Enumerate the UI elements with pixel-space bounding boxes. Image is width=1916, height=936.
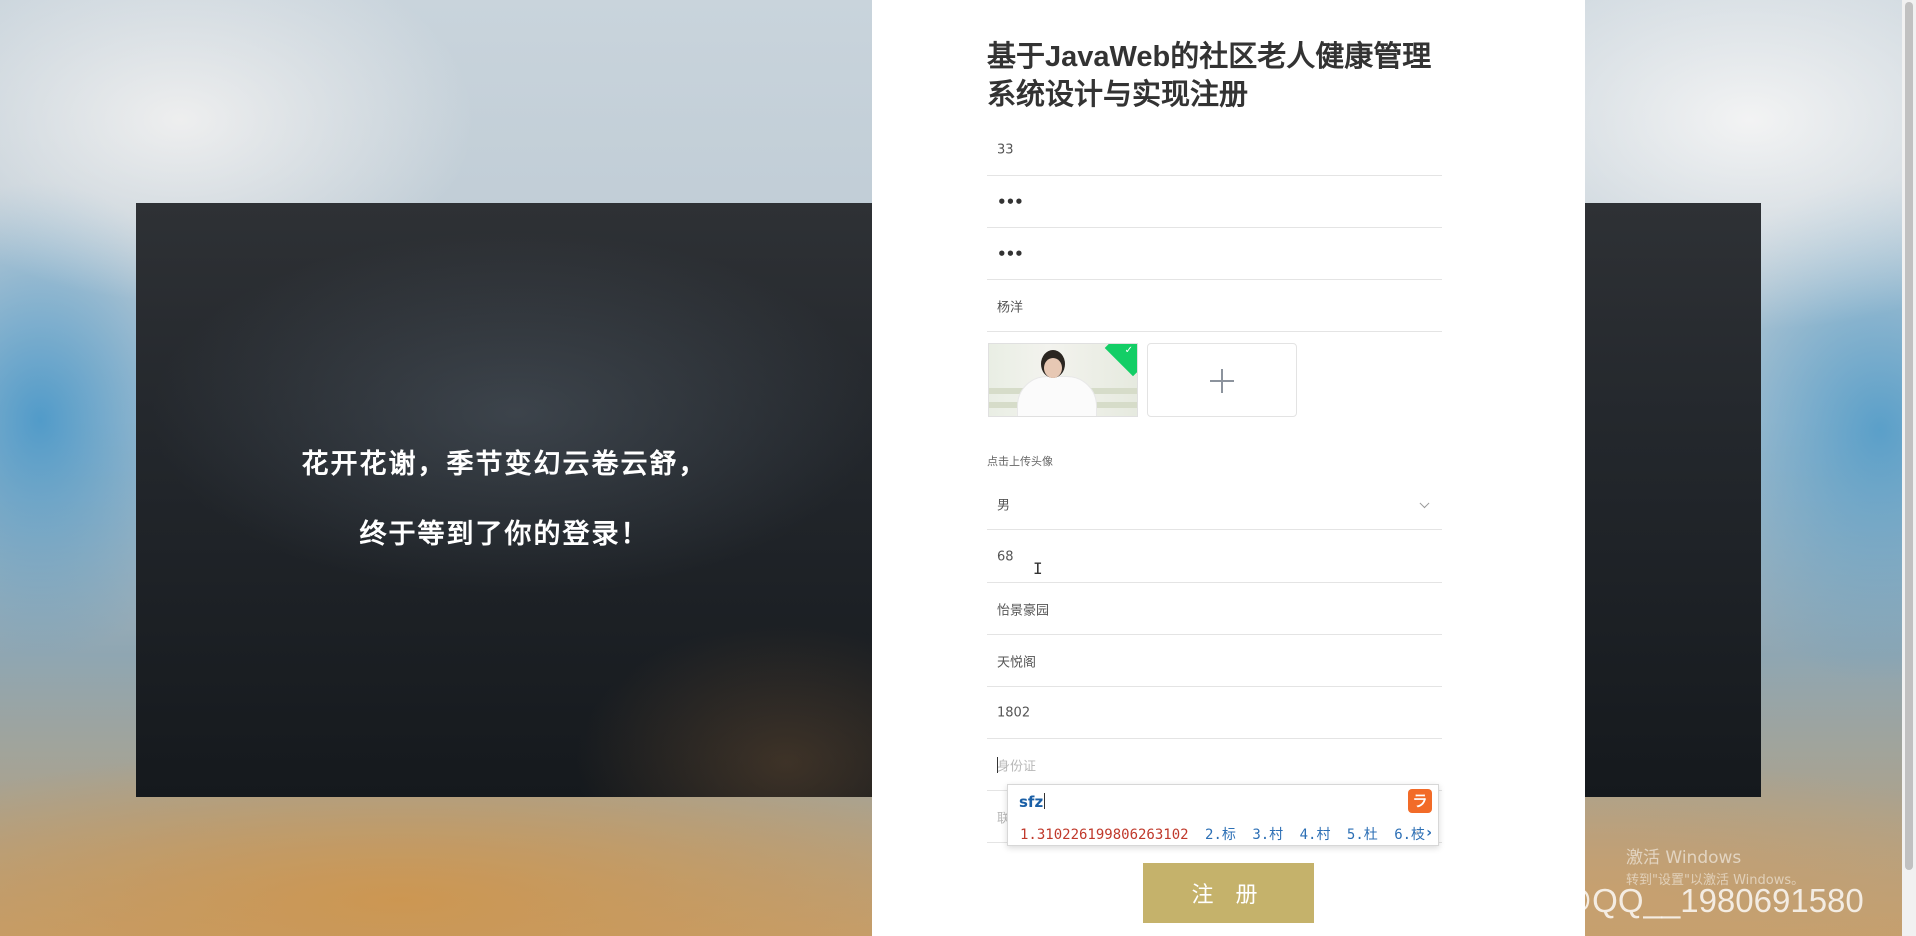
ime-caret	[1044, 793, 1046, 809]
gender-select[interactable]: 男	[987, 478, 1442, 530]
community-value: 怡景豪园	[997, 603, 1050, 618]
page-title: 基于JavaWeb的社区老人健康管理系统设计与实现注册	[987, 41, 1432, 111]
age-field[interactable]: 68	[987, 531, 1442, 583]
chevron-left-icon[interactable]: ‹	[1414, 825, 1420, 841]
room-value: 1802	[997, 705, 1031, 720]
building-value: 天悦阁	[997, 655, 1037, 670]
ime-candidate[interactable]: 6.枝	[1394, 827, 1425, 843]
csdn-watermark: CSDN @QQ__1980691580	[1456, 882, 1864, 919]
hero-quote-line-2: 终于等到了你的登录！	[359, 519, 650, 550]
name-value: 杨洋	[997, 300, 1024, 315]
account-value: 33	[997, 142, 1014, 157]
ime-candidate[interactable]: 4.村	[1300, 827, 1331, 843]
hero-quote: 花开花谢，季节变幻云卷云舒， 终于等到了你的登录！	[136, 203, 873, 797]
upload-success-badge	[1104, 344, 1137, 377]
name-field[interactable]: 杨洋	[987, 280, 1442, 332]
age-value: 68	[997, 549, 1014, 564]
avatar-upload-button[interactable]	[1147, 343, 1297, 417]
text-cursor-icon: I	[1033, 559, 1043, 578]
ime-candidate-list: 1.310226199806263102 2.标 3.村 4.村 5.杜 6.枝	[1020, 824, 1433, 844]
ime-candidate[interactable]: 5.杜	[1347, 827, 1378, 843]
text-caret	[997, 756, 998, 773]
chevron-down-icon	[1419, 497, 1430, 508]
password-field[interactable]: •••	[987, 176, 1442, 228]
ime-candidate[interactable]: 1.310226199806263102	[1020, 827, 1189, 843]
hero-quote-line-1: 花开花谢，季节变幻云卷云舒，	[301, 449, 708, 480]
gender-value: 男	[997, 498, 1011, 513]
ime-composition: sfz	[1019, 793, 1046, 811]
avatar-figure-face	[1044, 358, 1062, 378]
scrollbar-thumb[interactable]	[1905, 2, 1913, 870]
avatar-preview[interactable]: ✓	[988, 343, 1138, 417]
confirm-password-field[interactable]: •••	[987, 228, 1442, 280]
password-value: •••	[997, 192, 1024, 211]
chevron-right-icon[interactable]: ›	[1426, 825, 1432, 841]
building-field[interactable]: 天悦阁	[987, 635, 1442, 687]
confirm-password-value: •••	[997, 244, 1024, 263]
account-field[interactable]: 33	[987, 124, 1442, 176]
avatar-figure-body	[1017, 376, 1097, 416]
page-scrollbar[interactable]	[1902, 0, 1916, 936]
ime-candidate-window[interactable]: sfz ラ 1.310226199806263102 2.标 3.村 4.村 5…	[1007, 784, 1439, 846]
id-card-placeholder: 身份证	[997, 759, 1037, 774]
check-icon: ✓	[1124, 345, 1133, 356]
ime-candidate[interactable]: 2.标	[1205, 827, 1236, 843]
ime-composition-text: sfz	[1019, 793, 1044, 811]
community-field[interactable]: 怡景豪园	[987, 583, 1442, 635]
room-field[interactable]: 1802	[987, 687, 1442, 739]
ime-logo-icon[interactable]: ラ	[1408, 789, 1432, 813]
windows-activation-title: 激活 Windows	[1626, 848, 1742, 868]
upload-hint: 点击上传头像	[987, 455, 1053, 468]
register-button[interactable]: 注 册	[1143, 863, 1314, 923]
ime-candidate[interactable]: 3.村	[1252, 827, 1283, 843]
